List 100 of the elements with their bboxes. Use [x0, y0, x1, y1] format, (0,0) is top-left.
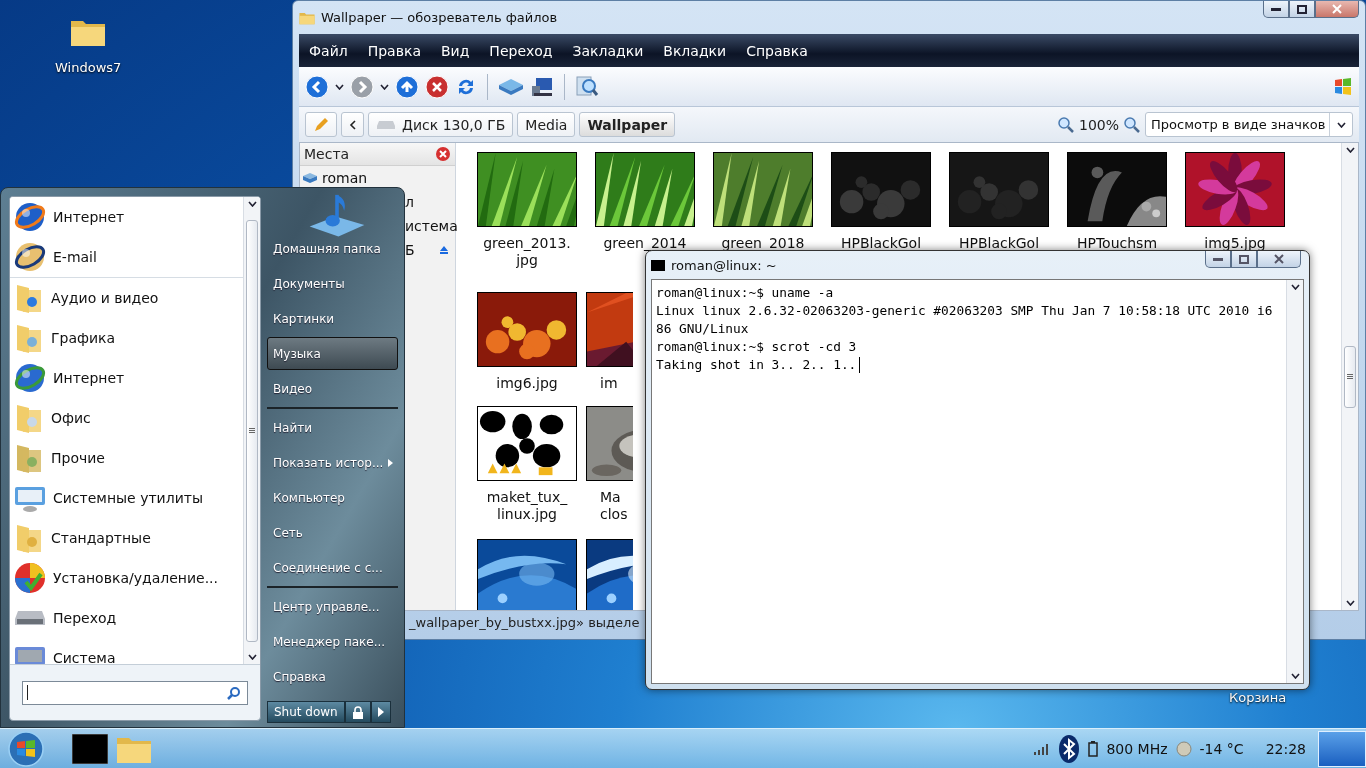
menu-item[interactable]: Закладки: [572, 42, 644, 59]
program-item[interactable]: Система: [53, 650, 116, 664]
window-title: roman@linux: ~: [671, 257, 777, 273]
eject-icon[interactable]: [439, 245, 449, 255]
place-item[interactable]: Б: [405, 242, 415, 258]
show-desktop-button[interactable]: [1318, 730, 1366, 767]
menu-item[interactable]: Справка: [746, 42, 808, 59]
program-item[interactable]: Системные утилиты: [53, 490, 203, 506]
file-name[interactable]: green_2018: [721, 235, 805, 252]
menu-item[interactable]: Вкладки: [663, 42, 727, 59]
file-name[interactable]: maket_tux_ linux.jpg: [486, 489, 568, 523]
caret-icon[interactable]: [380, 83, 389, 90]
shield-icon: [14, 562, 46, 594]
start-menu-link[interactable]: Документы: [267, 267, 398, 300]
file-name[interactable]: HPBlackGol: [840, 235, 922, 252]
program-item[interactable]: Прочие: [51, 450, 105, 466]
file-name[interactable]: im: [586, 375, 618, 392]
start-button[interactable]: [8, 730, 44, 767]
minimize-button[interactable]: [1205, 251, 1231, 268]
program-item[interactable]: Интернет: [53, 370, 125, 386]
close-icon: [1332, 4, 1342, 14]
start-menu-link[interactable]: Видео: [267, 372, 398, 405]
start-menu-link[interactable]: Картинки: [267, 302, 398, 335]
scrollbar[interactable]: [1286, 280, 1303, 683]
caret-icon[interactable]: [335, 83, 344, 90]
terminal-task-icon[interactable]: [72, 733, 108, 764]
file-name[interactable]: HPTouchsm: [1076, 235, 1158, 252]
pencil-icon: [313, 116, 329, 133]
folder-icon: [14, 402, 44, 434]
minimize-button[interactable]: [1263, 1, 1289, 18]
menu-item[interactable]: Правка: [367, 42, 421, 59]
program-item[interactable]: E-mail: [53, 249, 97, 265]
scroll-down-icon[interactable]: [1290, 673, 1300, 679]
program-item[interactable]: Офис: [51, 410, 91, 426]
menu-item[interactable]: Переход: [489, 42, 553, 59]
globe-icon: [14, 201, 46, 233]
start-menu-link[interactable]: Менеджер паке...: [267, 625, 398, 658]
menu-item[interactable]: Файл: [309, 42, 348, 59]
start-menu-link[interactable]: Центр управле...: [267, 590, 398, 623]
desktop-icon-label[interactable]: Windows7: [55, 60, 122, 75]
place-item[interactable]: roman: [322, 170, 368, 186]
program-item[interactable]: Аудио и видео: [51, 290, 159, 306]
program-item[interactable]: Переход: [53, 610, 117, 626]
zoom-out-icon[interactable]: [1056, 115, 1075, 134]
scrollbar[interactable]: [1341, 143, 1358, 610]
start-menu-link[interactable]: Справка: [267, 660, 398, 693]
lock-button[interactable]: [344, 701, 371, 723]
drive-icon: [303, 172, 318, 184]
file-name[interactable]: HPBlackGol: [958, 235, 1040, 252]
program-item[interactable]: Интернет: [53, 209, 125, 225]
terminal-line: Linux linux 2.6.32-02063203-generic #02063203 SMP Thu Jan 7 10:58:18 UTC 2010 i6: [656, 302, 1273, 320]
breadcrumb[interactable]: Media: [517, 112, 576, 137]
scroll-down-icon[interactable]: [247, 654, 257, 660]
forward-icon[interactable]: [350, 74, 374, 99]
program-item[interactable]: Установка/удаление...: [53, 570, 218, 586]
minimize-icon: [1271, 7, 1281, 11]
search-field[interactable]: [22, 680, 248, 705]
computer-icon[interactable]: [530, 75, 554, 98]
maximize-button[interactable]: [1289, 1, 1315, 18]
close-button[interactable]: [1257, 251, 1301, 268]
file-name[interactable]: green_2013. jpg: [483, 235, 571, 269]
bluetooth-icon[interactable]: [1058, 733, 1081, 764]
shutdown-button[interactable]: Shut down: [267, 701, 345, 723]
close-button[interactable]: [1315, 1, 1359, 18]
battery-icon: [1088, 740, 1099, 757]
start-menu-link[interactable]: Найти: [267, 411, 398, 444]
start-menu-link[interactable]: Сеть: [267, 516, 398, 549]
place-item[interactable]: л: [405, 194, 414, 210]
stop-icon[interactable]: [425, 74, 449, 99]
zoom-in-icon[interactable]: [1123, 115, 1141, 134]
folder-icon: [14, 522, 44, 554]
program-item[interactable]: Графика: [51, 330, 116, 346]
start-menu-link[interactable]: Музыка: [267, 337, 398, 370]
minimize-icon: [1213, 257, 1223, 261]
terminal-icon: [651, 259, 665, 271]
breadcrumb[interactable]: Диск 130,0 ГБ: [368, 112, 514, 137]
start-menu-link[interactable]: Компьютер: [267, 481, 398, 514]
up-icon[interactable]: [395, 74, 419, 99]
more-options-button[interactable]: [370, 701, 391, 723]
temperature: -14 °C: [1199, 740, 1244, 757]
breadcrumb[interactable]: Wallpaper: [579, 112, 676, 137]
file-name[interactable]: green_2014: [603, 235, 687, 252]
start-menu-link[interactable]: Соединение с с...: [267, 551, 398, 584]
desktop-icon-label[interactable]: Корзина: [1229, 690, 1287, 705]
back-arrow-button[interactable]: [341, 112, 364, 137]
start-menu-link[interactable]: Показать истор...: [267, 446, 398, 479]
scrollbar[interactable]: [243, 197, 260, 664]
menu-item[interactable]: Вид: [440, 42, 470, 59]
file-name[interactable]: Ma clos: [586, 489, 628, 523]
start-menu-link[interactable]: Домашняя папка: [267, 232, 398, 265]
view-mode-select[interactable]: Просмотр в виде значков: [1145, 112, 1353, 137]
place-item[interactable]: истема: [405, 218, 458, 234]
close-icon[interactable]: [435, 146, 451, 162]
file-name[interactable]: img6.jpg: [496, 375, 558, 392]
maximize-button[interactable]: [1231, 251, 1257, 268]
back-icon[interactable]: [305, 74, 329, 99]
terminal-line: 86 GNU/Linux: [656, 320, 749, 338]
scroll-down-icon[interactable]: [1345, 600, 1355, 606]
program-item[interactable]: Стандартные: [51, 530, 151, 546]
search-icon[interactable]: [575, 74, 599, 99]
